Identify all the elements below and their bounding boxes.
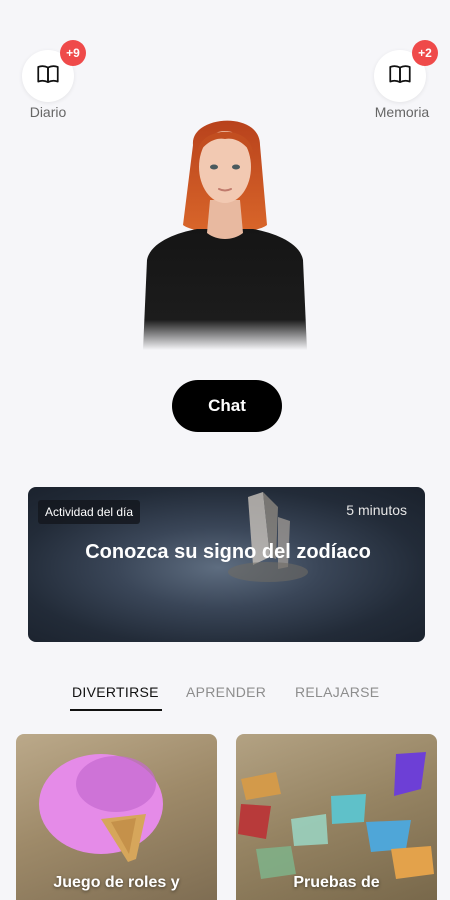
memory-button[interactable]: +2 xyxy=(374,40,438,102)
avatar[interactable] xyxy=(135,105,315,350)
personality-tests-card[interactable]: Pruebas de xyxy=(236,734,437,900)
activity-title: Conozca su signo del zodíaco xyxy=(85,541,371,563)
activity-tag: Actividad del día xyxy=(38,500,141,524)
diary-label: Diario xyxy=(29,104,67,120)
chat-button[interactable]: Chat xyxy=(172,380,282,432)
book-icon xyxy=(387,61,413,92)
diary-badge: +9 xyxy=(60,40,86,66)
memory-label: Memoria xyxy=(374,104,430,120)
active-tab-indicator xyxy=(70,709,162,711)
category-tabs: DIVERTIRSE APRENDER RELAJARSE xyxy=(0,680,450,716)
book-icon xyxy=(35,61,61,92)
activity-duration: 5 minutos xyxy=(346,502,407,518)
roleplay-game-card[interactable]: Juego de roles y xyxy=(16,734,217,900)
diary-button[interactable]: +9 xyxy=(22,40,86,102)
memory-badge: +2 xyxy=(412,40,438,66)
card-title: Pruebas de xyxy=(293,874,380,891)
tab-divertirse[interactable]: DIVERTIRSE xyxy=(72,684,159,700)
tab-aprender[interactable]: APRENDER xyxy=(186,684,266,700)
tab-relajarse[interactable]: RELAJARSE xyxy=(295,684,379,700)
activity-of-the-day-card[interactable]: Actividad del día 5 minutos Conozca su s… xyxy=(28,487,425,642)
card-title: Juego de roles y xyxy=(53,874,180,891)
